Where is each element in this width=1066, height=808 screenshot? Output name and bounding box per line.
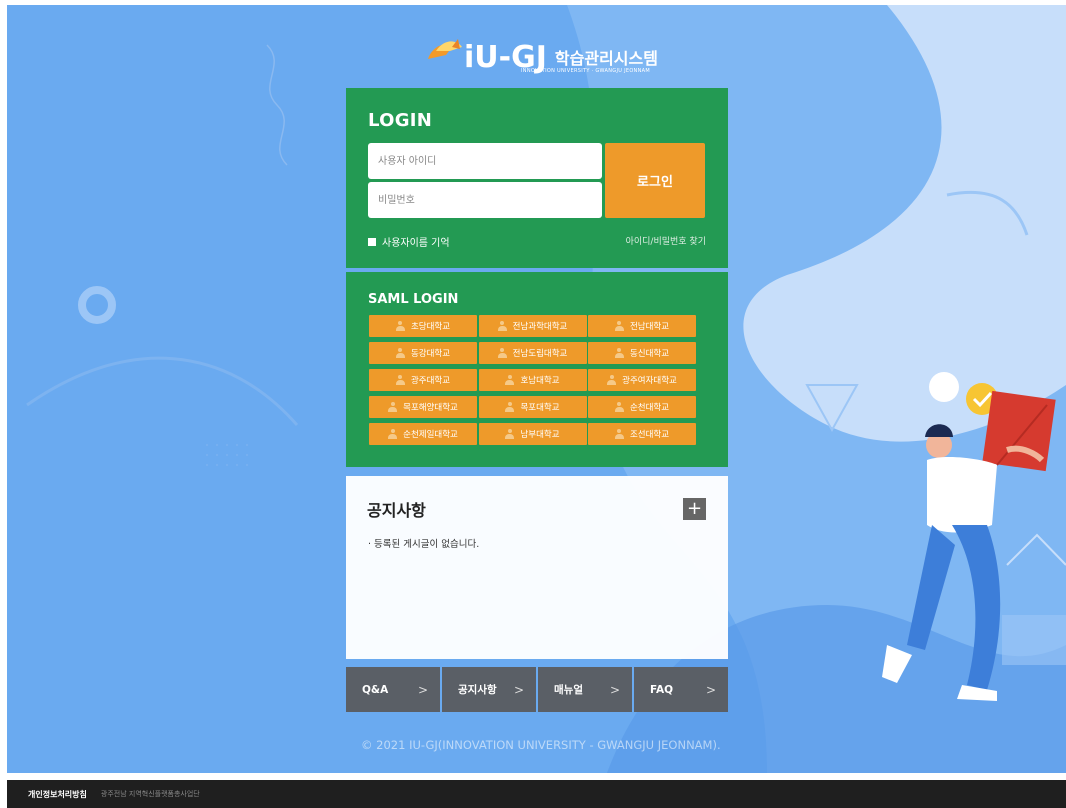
user-icon <box>395 321 405 331</box>
logo-subtitle: 학습관리시스템 <box>554 49 658 68</box>
saml-university-button[interactable]: 광주대학교 <box>369 369 477 391</box>
university-label: 동강대학교 <box>410 349 451 359</box>
saml-login-panel: SAML LOGIN 초당대학교 전남과학대학교 전남대학교 동강대학교 전남도… <box>346 272 728 467</box>
privacy-policy-link[interactable]: 개인정보처리방침 <box>28 789 87 800</box>
university-label: 목포대학교 <box>520 403 560 413</box>
bottom-nav: Q&A > 공지사항 > 매뉴얼 > FAQ > <box>346 667 728 712</box>
university-label: 목포해양대학교 <box>403 403 458 413</box>
footer: 개인정보처리방침 광주전남 지역혁신플랫폼총사업단 <box>7 780 1066 808</box>
nav-tab-label: Q&A <box>362 683 389 696</box>
user-icon <box>388 429 398 439</box>
university-label: 남부대학교 <box>520 430 560 440</box>
logo-bird-icon <box>422 33 474 77</box>
user-icon <box>395 375 405 385</box>
login-button[interactable]: 로그인 <box>605 143 705 218</box>
saml-university-button[interactable]: 목포해양대학교 <box>369 396 477 418</box>
saml-university-button[interactable]: 전남과학대학교 <box>478 315 587 337</box>
notice-panel: 공지사항 + · 등록된 게시글이 없습니다. <box>346 476 728 659</box>
user-icon <box>505 402 515 412</box>
user-icon <box>497 321 507 331</box>
university-label: 조선대학교 <box>629 430 670 440</box>
nav-tab-manual[interactable]: 매뉴얼 > <box>538 667 632 712</box>
nav-tab-label: 공지사항 <box>458 684 497 696</box>
login-panel: LOGIN 로그인 사용자이름 기억 아이디/비밀번호 찾기 <box>346 88 728 268</box>
login-title: LOGIN <box>368 110 433 131</box>
nav-tab-notice[interactable]: 공지사항 > <box>442 667 536 712</box>
footer-org-name: 광주전남 지역혁신플랫폼총사업단 <box>100 790 200 798</box>
notice-more-button[interactable]: + <box>683 498 706 520</box>
nav-tab-faq[interactable]: FAQ > <box>634 667 728 712</box>
university-label: 전남도립대학교 <box>512 349 568 359</box>
university-label: 순천대학교 <box>629 403 670 413</box>
saml-university-button[interactable]: 광주여자대학교 <box>588 369 696 391</box>
saml-university-button[interactable]: 순천대학교 <box>588 396 696 418</box>
saml-university-button[interactable]: 목포대학교 <box>478 396 587 418</box>
user-icon <box>614 348 624 358</box>
university-label: 전남과학대학교 <box>512 322 568 332</box>
chevron-right-icon: > <box>609 682 620 697</box>
chevron-right-icon: > <box>513 682 524 697</box>
saml-university-button[interactable]: 초당대학교 <box>369 315 477 337</box>
university-label: 순천제일대학교 <box>403 430 458 440</box>
chevron-right-icon: > <box>417 682 428 697</box>
saml-university-button[interactable]: 동신대학교 <box>588 342 696 364</box>
saml-university-button[interactable]: 순천제일대학교 <box>369 423 477 445</box>
user-icon <box>614 402 624 412</box>
notice-title: 공지사항 <box>367 501 426 520</box>
copyright-text: © 2021 IU-GJ(INNOVATION UNIVERSITY - GWA… <box>361 738 721 752</box>
university-label: 초당대학교 <box>410 322 451 332</box>
user-icon <box>497 348 507 358</box>
user-icon <box>607 375 617 385</box>
password-input[interactable] <box>368 182 602 218</box>
user-icon <box>614 429 624 439</box>
logo-tagline: INNOVATION UNIVERSITY · GWANGJU JEONNAM <box>521 68 650 74</box>
saml-university-button[interactable]: 동강대학교 <box>369 342 477 364</box>
nav-tab-label: FAQ <box>650 683 674 696</box>
user-icon <box>388 402 398 412</box>
saml-university-button[interactable]: 남부대학교 <box>478 423 587 445</box>
remember-label: 사용자이름 기억 <box>382 238 450 249</box>
user-icon <box>505 375 515 385</box>
user-icon <box>395 348 405 358</box>
user-icon <box>505 429 515 439</box>
saml-university-button[interactable]: 호남대학교 <box>478 369 587 391</box>
user-icon <box>614 321 624 331</box>
saml-university-grid: 초당대학교 전남과학대학교 전남대학교 동강대학교 전남도립대학교 동신대학교 … <box>369 315 696 445</box>
username-input[interactable] <box>368 143 602 179</box>
notice-empty-message: · 등록된 게시글이 없습니다. <box>368 539 480 550</box>
saml-university-button[interactable]: 조선대학교 <box>588 423 696 445</box>
chevron-right-icon: > <box>705 682 716 697</box>
university-label: 호남대학교 <box>520 376 560 386</box>
find-id-password-link[interactable]: 아이디/비밀번호 찾기 <box>626 234 706 247</box>
saml-title: SAML LOGIN <box>368 292 459 307</box>
remember-username[interactable]: 사용자이름 기억 <box>368 234 450 249</box>
university-label: 광주대학교 <box>410 376 451 386</box>
nav-tab-qna[interactable]: Q&A > <box>346 667 440 712</box>
remember-checkbox[interactable] <box>368 237 376 246</box>
university-label: 전남대학교 <box>629 322 670 332</box>
university-label: 광주여자대학교 <box>622 376 677 386</box>
nav-tab-label: 매뉴얼 <box>554 684 583 696</box>
saml-university-button[interactable]: 전남대학교 <box>588 315 696 337</box>
saml-university-button[interactable]: 전남도립대학교 <box>478 342 587 364</box>
university-label: 동신대학교 <box>629 349 670 359</box>
